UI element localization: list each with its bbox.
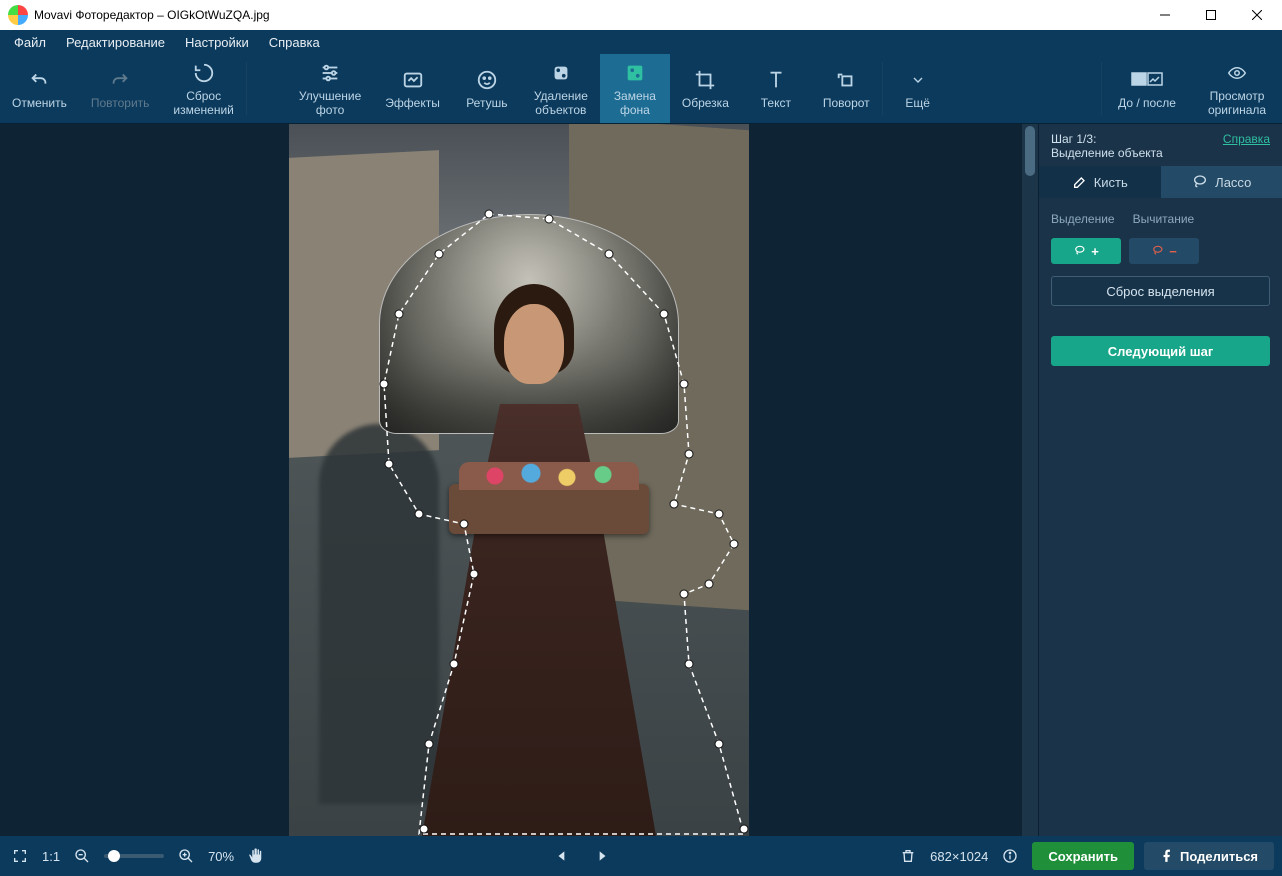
- fit-label[interactable]: 1:1: [42, 849, 60, 864]
- menu-file[interactable]: Файл: [4, 32, 56, 53]
- undo-button[interactable]: Отменить: [0, 54, 79, 123]
- step-name: Выделение объекта: [1051, 146, 1163, 160]
- sliders-icon: [319, 60, 341, 86]
- window-title: Movavi Фоторедактор – OIGkOtWuZQA.jpg: [34, 8, 1142, 22]
- statusbar: 1:1 70% 682×1024 Сохранить Поделиться: [0, 836, 1282, 876]
- tab-lasso[interactable]: Лассо: [1161, 166, 1282, 198]
- menu-settings[interactable]: Настройки: [175, 32, 259, 53]
- effects-icon: [402, 67, 424, 93]
- redo-button[interactable]: Повторить: [79, 54, 162, 123]
- toolbar: Отменить Повторить Сброс изменений Улучш…: [0, 54, 1282, 124]
- chevron-down-icon: [910, 67, 926, 93]
- eye-icon: [1225, 60, 1249, 86]
- redo-icon: [109, 67, 131, 93]
- lasso-icon: [1191, 174, 1209, 190]
- info-button[interactable]: [998, 844, 1022, 868]
- share-button[interactable]: Поделиться: [1144, 842, 1274, 870]
- delete-button[interactable]: [896, 844, 920, 868]
- crop-button[interactable]: Обрезка: [670, 54, 741, 123]
- step-indicator: Шаг 1/3:: [1051, 132, 1163, 146]
- menu-edit[interactable]: Редактирование: [56, 32, 175, 53]
- brush-icon: [1072, 174, 1088, 190]
- canvas-area[interactable]: [0, 124, 1038, 836]
- selection-subtract-button[interactable]: −: [1129, 238, 1199, 264]
- next-step-button[interactable]: Следующий шаг: [1051, 336, 1270, 366]
- menubar: Файл Редактирование Настройки Справка: [0, 30, 1282, 54]
- panel-help-link[interactable]: Справка: [1223, 132, 1270, 146]
- compare-button[interactable]: До / после: [1102, 54, 1192, 123]
- maximize-button[interactable]: [1188, 0, 1234, 30]
- effects-button[interactable]: Эффекты: [373, 54, 452, 123]
- rotate-icon: [835, 67, 857, 93]
- reset-icon: [193, 60, 215, 86]
- photo-preview: [289, 124, 749, 836]
- text-icon: [765, 67, 787, 93]
- background-replace-button[interactable]: Замена фона: [600, 54, 670, 123]
- zoom-out-button[interactable]: [70, 844, 94, 868]
- background-icon: [624, 60, 646, 86]
- retouch-button[interactable]: Ретушь: [452, 54, 522, 123]
- eraser-icon: [550, 60, 572, 86]
- rotate-button[interactable]: Поворот: [811, 54, 882, 123]
- remove-objects-button[interactable]: Удаление объектов: [522, 54, 600, 123]
- view-original-button[interactable]: Просмотр оригинала: [1192, 54, 1282, 123]
- facebook-icon: [1160, 849, 1174, 863]
- text-button[interactable]: Текст: [741, 54, 811, 123]
- reset-selection-button[interactable]: Сброс выделения: [1051, 276, 1270, 306]
- minimize-button[interactable]: [1142, 0, 1188, 30]
- enhance-button[interactable]: Улучшение фото: [287, 54, 373, 123]
- right-panel: Шаг 1/3: Выделение объекта Справка Кисть…: [1038, 124, 1282, 836]
- reset-button[interactable]: Сброс изменений: [161, 54, 245, 123]
- zoom-in-button[interactable]: [174, 844, 198, 868]
- zoom-value: 70%: [208, 849, 234, 864]
- more-button[interactable]: Ещё: [883, 54, 953, 123]
- label-subtract: Вычитание: [1133, 212, 1195, 226]
- prev-image-button[interactable]: [550, 844, 574, 868]
- next-image-button[interactable]: [590, 844, 614, 868]
- face-icon: [476, 67, 498, 93]
- hand-tool-button[interactable]: [244, 844, 268, 868]
- fullscreen-button[interactable]: [8, 844, 32, 868]
- save-button[interactable]: Сохранить: [1032, 842, 1134, 870]
- undo-icon: [28, 67, 50, 93]
- close-button[interactable]: [1234, 0, 1280, 30]
- tab-brush[interactable]: Кисть: [1039, 166, 1161, 198]
- crop-icon: [694, 67, 716, 93]
- image-dimensions: 682×1024: [930, 849, 988, 864]
- app-logo: [8, 5, 28, 25]
- zoom-slider[interactable]: [104, 854, 164, 858]
- before-after-icon: [1131, 67, 1163, 93]
- vertical-scrollbar[interactable]: [1022, 124, 1038, 836]
- label-select: Выделение: [1051, 212, 1115, 226]
- menu-help[interactable]: Справка: [259, 32, 330, 53]
- selection-add-button[interactable]: +: [1051, 238, 1121, 264]
